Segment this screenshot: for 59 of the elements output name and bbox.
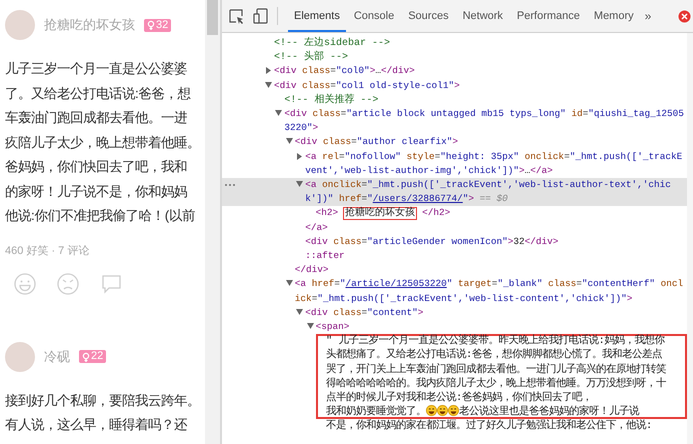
post-text: 了。又给老公打电话说:爸爸，想 — [5, 84, 192, 102]
link[interactable]: /article/125053220 — [345, 278, 447, 290]
dom-tree-row[interactable]: 不是，你和妈妈的家在都江堰。过了好久儿子勉强让我和老公住下，他说: — [222, 419, 687, 434]
dom-tree-row[interactable]: <div class="col0">…</div> — [222, 64, 687, 79]
dom-tree-row[interactable]: <span> — [222, 320, 687, 334]
code-line: <div class="articleGender womenIcon">32</div> — [305, 234, 560, 249]
dom-tree-row[interactable]: <a href="/article/125053220" target="_blank" class="contentHerf" onclick="_hmt.push(['_trackEvent','web-list-content','chick'])"> — [222, 277, 687, 306]
post-text: 他说:你们不准把我偷了哈！(以前 — [5, 207, 196, 225]
dom-tree-row[interactable]: <div class="articleGender womenIcon">32</div> — [222, 234, 687, 250]
tab[interactable]: Memory — [588, 0, 640, 32]
code-line: </div> — [294, 263, 330, 278]
dom-tree-row[interactable]: </a> — [222, 220, 687, 235]
code-line: <!-- 左边sidebar --> — [274, 36, 392, 50]
post-stats: 460 好笑 · 7 评论 — [5, 244, 90, 258]
code-line: <h2> 抢糖吃的坏女孩 </h2> — [316, 206, 452, 221]
code-line: <div class="content"> — [305, 306, 424, 320]
dom-tree-row[interactable]: <!-- 左边sidebar --> — [222, 36, 687, 50]
dom-tree-row[interactable]: </div> — [222, 263, 687, 278]
tab[interactable]: Network — [456, 0, 509, 32]
code-line: <a href="/article/125053220" target="_blank" class="contentHerf" onclick="_hmt.push(['_trackEvent','web-list-content','chick'])"> — [294, 277, 684, 306]
post-text: 有人说，这么早，睡得着吗？还 — [5, 416, 188, 434]
link[interactable]: /users/32886774/ — [372, 193, 463, 204]
tab[interactable]: Console — [348, 0, 400, 32]
dom-tree-row[interactable]: <h2> 抢糖吃的坏女孩 </h2> — [222, 206, 687, 221]
post-text: 的家呀！儿子说不是，你和妈妈 — [5, 182, 188, 200]
highlight-box: 抢糖吃的坏女孩 — [343, 207, 418, 220]
text-node-content: 我和奶奶要睡觉觉了。 — [326, 406, 426, 418]
code-line: <div class="author clearfix"> — [294, 135, 459, 150]
post-text: 儿子三岁一个月一直是公公婆婆 — [5, 60, 188, 78]
dom-tree-row[interactable]: ::after — [222, 249, 687, 264]
text-node-content: " 儿子三岁一个月一直是公公婆婆带。昨天晚上给我打电话说:妈妈，我想你头都想痛了。又给老公打电话说:爸爸，想你脚脚都想心慌了。我和老公差点哭了，开门关上上车轰油门跑回成都去看他。一进门儿子高兴的在原地打转笑得哈哈哈哈哈哈的。我内疚陪儿子太少，晚上想带着他睡。万万没想到呀，十点半的时候儿子对我和老公说:爸爸妈妈，你们快回去了吧， — [326, 334, 667, 405]
code-line: </a> — [305, 220, 329, 235]
post-text: 接到好几个私聊，要陪我云跨年。 — [5, 392, 201, 410]
text-node-content: 老公说这里也是爸爸妈妈的家呀！儿子说 — [459, 406, 639, 418]
code-line: ::after — [305, 249, 346, 264]
text-node-content: 不是，你和妈妈的家在都江堰。过了好久儿子勉强让我和老公住下，他说: — [326, 420, 652, 432]
dom-tree-row[interactable]: <!-- 头部 --> — [222, 50, 687, 64]
dom-tree-row[interactable]: <div class="col1 old-style-col1"> — [222, 78, 687, 93]
tab[interactable]: Elements — [288, 0, 346, 32]
age-text: 32 — [156, 18, 168, 32]
code-line: <a onclick="_hmt.push(['_trackEvent','web-list-author-text','chick'])" href="/users/32886774/"> == $0 — [305, 178, 672, 206]
code-line: <a rel="nofollow" style="height: 35px" onclick="_hmt.push(['_trackEvent','web-list-author-img','chick'])">…</a> — [305, 150, 684, 178]
dom-tree-row[interactable]: <!-- 相关推荐 --> — [222, 92, 687, 108]
dom-tree-row[interactable]: <div class="author clearfix"> — [222, 135, 687, 150]
post-text: 车轰油门跑回成都去看他。一进 — [5, 109, 188, 127]
age-text: 22 — [91, 350, 104, 363]
dom-tree-row[interactable]: <a rel="nofollow" style="height: 35px" onclick="_hmt.push(['_trackEvent','web-list-author-img','chick'])">…</a> — [222, 150, 687, 178]
dom-tree-row[interactable]: <a onclick="_hmt.push(['_trackEvent','web-list-author-text','chick'])" href="/users/32886774/"> == $0 — [222, 178, 687, 206]
code-line: <!-- 头部 --> — [274, 50, 350, 64]
code-line: <span> — [316, 320, 350, 334]
more-tabs-button[interactable]: » — [642, 9, 654, 23]
tab[interactable]: Sources — [402, 0, 455, 32]
code-line: <div class="col1 old-style-col1"> — [274, 78, 461, 93]
code-line: <div class="col0">…</div> — [274, 64, 416, 78]
dom-tree-row[interactable]: <div class="content"> — [222, 306, 687, 320]
code-line: <!-- 相关推荐 --> — [284, 92, 380, 108]
post-text: 爸妈妈，你们快回去了吧，我和 — [5, 158, 188, 176]
tab[interactable]: Performance — [510, 0, 586, 32]
post-text: 疚陪儿子太少，晚上想带着他睡。 — [5, 134, 201, 152]
